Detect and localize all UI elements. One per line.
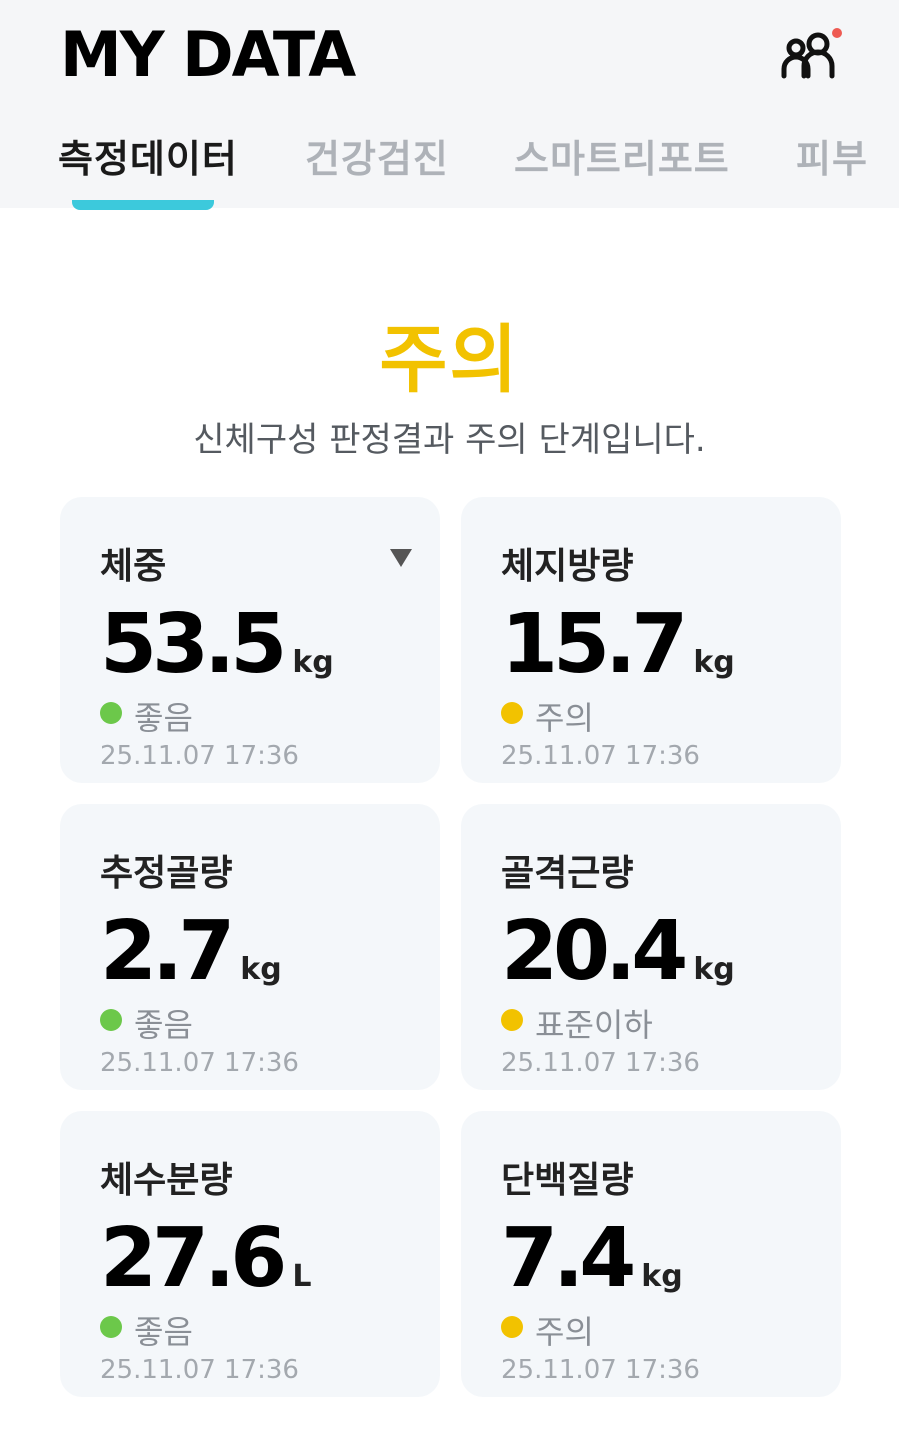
metric-value: 27.6	[100, 1211, 287, 1306]
metric-value-row: 7.4 kg	[501, 1211, 683, 1306]
metric-unit: kg	[693, 645, 735, 680]
overall-status: 주의	[379, 317, 520, 403]
status-dot-icon	[100, 1316, 122, 1338]
tab-measurement-data[interactable]: 측정데이터	[58, 128, 238, 183]
notification-dot	[832, 28, 842, 38]
metric-timestamp: 25.11.07 17:36	[100, 741, 299, 771]
metric-status: 주의	[535, 1313, 594, 1351]
metric-unit: kg	[641, 1259, 683, 1294]
status-dot-icon	[501, 1316, 523, 1338]
metric-unit: kg	[292, 645, 334, 680]
metric-value-row: 2.7 kg	[100, 904, 282, 999]
metric-unit: kg	[693, 952, 735, 987]
metric-value-row: 15.7 kg	[501, 597, 735, 692]
metric-timestamp: 25.11.07 17:36	[501, 1048, 700, 1078]
metric-value: 2.7	[100, 904, 235, 999]
tab-health-checkup[interactable]: 건강검진	[305, 128, 449, 183]
tab-smart-report[interactable]: 스마트리포트	[514, 128, 730, 183]
metric-unit: kg	[240, 952, 282, 987]
metric-card-skeletal-muscle[interactable]: 골격근량 20.4 kg 표준이하 25.11.07 17:36	[461, 804, 841, 1090]
status-dot-icon	[100, 1009, 122, 1031]
metric-value: 20.4	[501, 904, 688, 999]
tab-bar: 측정데이터 건강검진 스마트리포트 피부	[0, 128, 899, 188]
metric-value-row: 20.4 kg	[501, 904, 735, 999]
metric-timestamp: 25.11.07 17:36	[100, 1355, 299, 1385]
dropdown-triangle-icon[interactable]	[390, 549, 412, 567]
metric-timestamp: 25.11.07 17:36	[501, 1355, 700, 1385]
metric-card-body-fat[interactable]: 체지방량 15.7 kg 주의 25.11.07 17:36	[461, 497, 841, 783]
tab-skin[interactable]: 피부	[796, 128, 868, 183]
metric-unit: L	[292, 1259, 312, 1294]
metric-value: 53.5	[100, 597, 287, 692]
metric-value-row: 53.5 kg	[100, 597, 334, 692]
metric-status: 주의	[535, 699, 594, 737]
metric-status: 좋음	[134, 699, 193, 737]
metric-value-row: 27.6 L	[100, 1211, 311, 1306]
metric-label: 단백질량	[501, 1160, 634, 1201]
metric-card-bone-mass[interactable]: 추정골량 2.7 kg 좋음 25.11.07 17:36	[60, 804, 440, 1090]
metric-status: 좋음	[134, 1006, 193, 1044]
overall-status-description: 신체구성 판정결과 주의 단계입니다.	[193, 420, 706, 460]
metric-card-protein[interactable]: 단백질량 7.4 kg 주의 25.11.07 17:36	[461, 1111, 841, 1397]
metric-status: 좋음	[134, 1313, 193, 1351]
metric-label: 체수분량	[100, 1160, 233, 1201]
active-tab-indicator	[72, 200, 214, 210]
metric-timestamp: 25.11.07 17:36	[100, 1048, 299, 1078]
header: MY DATA 측정데이터 건강검진 스마트리포트 피부	[0, 0, 899, 208]
status-dot-icon	[100, 702, 122, 724]
page-title: MY DATA	[60, 18, 356, 91]
metric-status: 표준이하	[535, 1006, 653, 1044]
metric-value: 15.7	[501, 597, 688, 692]
metric-label: 체중	[100, 546, 167, 587]
metric-value: 7.4	[501, 1211, 636, 1306]
status-dot-icon	[501, 702, 523, 724]
status-dot-icon	[501, 1009, 523, 1031]
metric-label: 골격근량	[501, 853, 634, 894]
metric-card-weight[interactable]: 체중 53.5 kg 좋음 25.11.07 17:36	[60, 497, 440, 783]
metric-card-body-water[interactable]: 체수분량 27.6 L 좋음 25.11.07 17:36	[60, 1111, 440, 1397]
metric-label: 체지방량	[501, 546, 634, 587]
metric-label: 추정골량	[100, 853, 233, 894]
metric-timestamp: 25.11.07 17:36	[501, 741, 700, 771]
